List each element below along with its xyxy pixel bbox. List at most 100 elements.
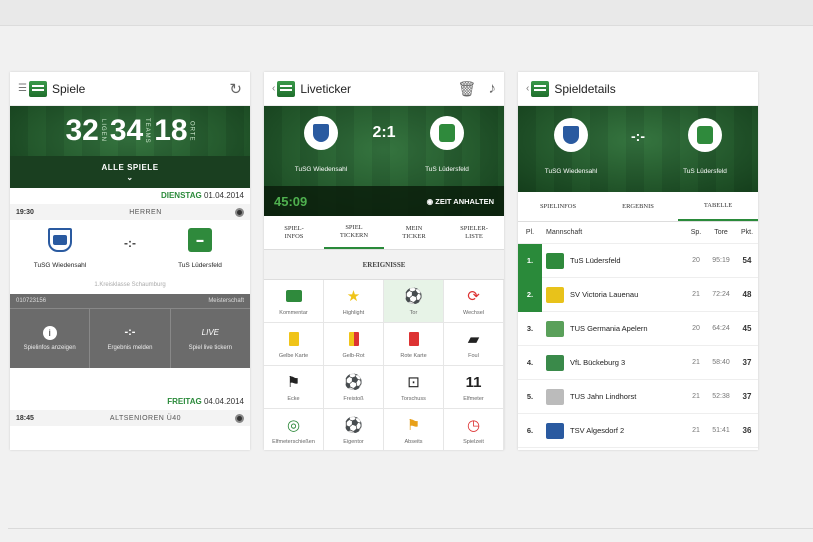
- away-team-name: TuS Lüdersfeld: [683, 168, 727, 175]
- live-tickern-button[interactable]: LIVE Spiel live tickern: [171, 309, 250, 368]
- event-gelb-rot[interactable]: Gelb-Rot: [324, 323, 384, 366]
- stop-time-button[interactable]: ◉ ZEIT ANHALTEN: [427, 197, 494, 206]
- liveticker-screen: ‹ Liveticker 🗑 ♪ TuSG Wiedensahl 2:1 TuS…: [264, 72, 504, 450]
- liveticker-title: Liveticker: [300, 81, 352, 96]
- app-logo-icon: [531, 80, 550, 97]
- event-tor[interactable]: ⚽ Tor: [384, 280, 444, 323]
- team-crest-icon: [546, 422, 564, 439]
- event-label: Wechsel: [463, 310, 484, 316]
- table-row[interactable]: 5. TUS Jahn Lindhorst 21 52:38 37: [518, 380, 758, 414]
- match-category-row: 18:45 ALTSENIOREN Ü40: [10, 410, 250, 426]
- tab-spiel-tickern[interactable]: SPIEL TICKERN: [324, 216, 384, 249]
- table-row[interactable]: 3. TUS Germania Apelern 20 64:24 45: [518, 312, 758, 346]
- tab-tabelle[interactable]: TABELLE: [678, 192, 758, 221]
- stats-row: 32 LIGEN 34 TEAMS 18 ORTE: [10, 106, 250, 156]
- back-icon[interactable]: ‹: [272, 83, 275, 94]
- event-foul[interactable]: ▰ Foul: [444, 323, 504, 366]
- date: 04.04.2014: [203, 397, 244, 406]
- stat-number: 18: [154, 114, 188, 147]
- row-games: 21: [692, 427, 700, 434]
- trash-icon[interactable]: 🗑: [457, 80, 476, 98]
- row-goals: 72:24: [712, 291, 730, 298]
- table-row[interactable]: 4. VfL Bückeburg 3 21 58:40 37: [518, 346, 758, 380]
- event-kommentar[interactable]: Kommentar: [264, 280, 324, 323]
- score-icon: -:-: [124, 326, 136, 338]
- menu-icon[interactable]: ☰: [18, 83, 27, 94]
- stat-label: TEAMS: [144, 118, 151, 144]
- scoreboard: TuSG Wiedensahl -:- TuS Lüdersfeld: [518, 106, 758, 192]
- app-logo-icon: [28, 80, 47, 97]
- event-highlight[interactable]: ★ Highlight: [324, 280, 384, 323]
- row-games: 21: [692, 359, 700, 366]
- away-team: ▬ TuS Lüdersfeld: [160, 228, 240, 269]
- refresh-icon[interactable]: ↻: [229, 80, 242, 98]
- table-row[interactable]: 2. SV Victoria Lauenau 21 72:24 48: [518, 277, 758, 312]
- event-label: Spielzeit: [463, 439, 484, 445]
- date-header: DIENSTAG 01.04.2014: [10, 188, 250, 204]
- penalty-shootout-icon: ◎: [286, 417, 301, 434]
- tab-mein-ticker[interactable]: MEIN TICKER: [384, 216, 444, 249]
- match-score: -:-: [124, 236, 136, 250]
- event-label: Gelb-Rot: [342, 353, 365, 359]
- row-team: TuS Lüdersfeld: [570, 256, 621, 265]
- tab-spielerliste[interactable]: SPIELER- LISTE: [444, 216, 504, 249]
- event-wechsel[interactable]: ⟳ Wechsel: [444, 280, 504, 323]
- row-points: 48: [742, 290, 752, 299]
- home-team: TuSG Wiedensahl: [286, 116, 356, 173]
- table-row[interactable]: 1. TuS Lüdersfeld 20 95:19 54: [518, 243, 758, 278]
- stat-label: ORTE: [188, 120, 195, 142]
- event-label: Elfmeter: [463, 396, 484, 402]
- event-gelbe-karte[interactable]: Gelbe Karte: [264, 323, 324, 366]
- match-category: ALTSENIOREN Ü40: [109, 414, 182, 422]
- event-elfmeter[interactable]: 11 Elfmeter: [444, 366, 504, 409]
- action-label: Ergebnis melden: [107, 345, 153, 351]
- stat-number: 32: [65, 114, 99, 147]
- home-team-name: TuSG Wiedensahl: [33, 262, 87, 269]
- event-label: Ecke: [287, 396, 300, 402]
- table-row[interactable]: 6. TSV Algesdorf 2 21 51:41 36: [518, 414, 758, 448]
- whistle-icon[interactable]: ♪: [489, 80, 497, 97]
- swap-icon: ⟳: [467, 288, 480, 305]
- ergebnis-melden-button[interactable]: -:- Ergebnis melden: [90, 309, 171, 368]
- event-label: Eigentor: [343, 439, 364, 445]
- match-time: 18:45: [16, 414, 34, 422]
- row-points: 54: [742, 256, 752, 265]
- tab-ergebnis[interactable]: ERGEBNIS: [598, 192, 678, 221]
- luedersfeld-crest-icon: [688, 118, 722, 152]
- match-card[interactable]: TuSG Wiedensahl -:- ▬ TuS Lüdersfeld: [10, 220, 250, 290]
- luedersfeld-crest-icon: ▬: [188, 228, 212, 252]
- app-logo-icon: [277, 80, 296, 97]
- row-goals: 52:38: [712, 393, 730, 400]
- clock-icon: ◷: [466, 417, 481, 434]
- row-points: 36: [742, 426, 752, 435]
- event-abseits[interactable]: ⚑ Abseits: [384, 409, 444, 450]
- tab-spielinfos[interactable]: SPIEL- INFOS: [264, 216, 324, 249]
- row-games: 20: [692, 325, 700, 332]
- match-timer: 45:09: [274, 193, 308, 209]
- bottom-divider: [8, 528, 813, 529]
- row-team: VfL Bückeburg 3: [570, 358, 626, 367]
- spielinfos-button[interactable]: i Spielinfos anzeigen: [10, 309, 91, 368]
- event-freistoss[interactable]: ⚽ Freistoß: [324, 366, 384, 409]
- back-icon[interactable]: ‹: [526, 83, 529, 94]
- row-place: 3.: [526, 324, 534, 333]
- match-type: Meisterschaft: [208, 298, 244, 304]
- info-icon: i: [42, 326, 57, 340]
- event-eigentor[interactable]: ⚽ Eigentor: [324, 409, 384, 450]
- event-label: Elfmeterschießen: [272, 439, 315, 445]
- row-games: 21: [692, 393, 700, 400]
- event-rote-karte[interactable]: Rote Karte: [384, 323, 444, 366]
- event-torschuss[interactable]: ⊡ Torschuss: [384, 366, 444, 409]
- spieldetails-tabs: SPIELINFOS ERGEBNIS TABELLE: [518, 192, 758, 222]
- action-label: Spielinfos anzeigen: [23, 345, 76, 351]
- home-team-name: TuSG Wiedensahl: [544, 168, 598, 175]
- live-icon: LIVE: [201, 328, 219, 337]
- event-spielzeit[interactable]: ◷ Spielzeit: [444, 409, 504, 450]
- all-games-dropdown[interactable]: ALLE SPIELE ⌄: [10, 156, 250, 188]
- event-elfmeterschiessen[interactable]: ◎ Elfmeterschießen: [264, 409, 324, 450]
- event-label: Foul: [468, 353, 479, 359]
- red-card-icon: [408, 329, 419, 349]
- event-ecke[interactable]: ⚑ Ecke: [264, 366, 324, 409]
- tab-spielinfos[interactable]: SPIELINFOS: [518, 192, 598, 221]
- row-goals: 95:19: [712, 257, 730, 264]
